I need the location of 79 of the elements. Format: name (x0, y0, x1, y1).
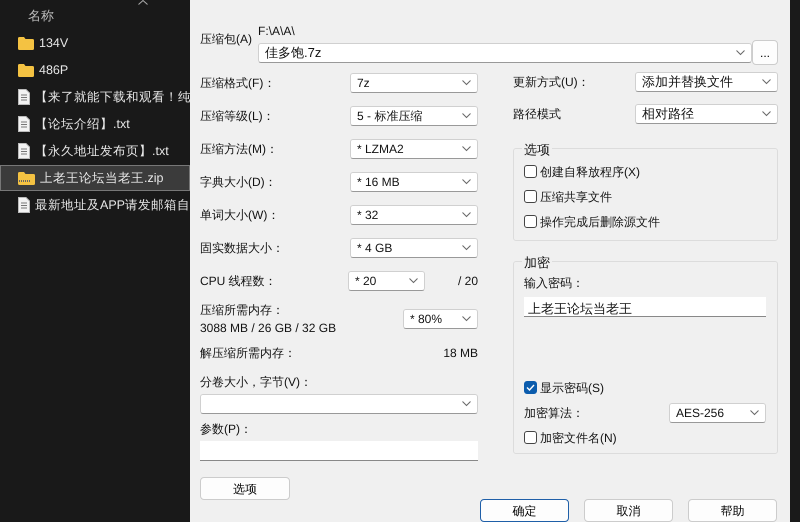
path-text: F:\A\A\ (258, 23, 296, 40)
dialog-button[interactable]: 取消 (584, 499, 673, 522)
file-item[interactable]: 最新地址及APP请发邮箱自 (0, 192, 190, 218)
field-label: 更新方式(U)： (513, 74, 590, 91)
checkbox-label: 加密文件名(N) (540, 430, 617, 446)
field-label: CPU 线程数： (200, 272, 277, 290)
field-label: 字典大小(D)： (200, 174, 277, 190)
dropdown[interactable]: 相对路径 (635, 104, 778, 124)
checkbox[interactable] (524, 215, 537, 228)
chevron-down-icon (462, 178, 471, 184)
field-label: 解压缩所需内存： (200, 345, 296, 362)
field-label: 单词大小(W)： (200, 206, 280, 224)
checkbox[interactable] (524, 381, 537, 394)
chevron-down-icon (462, 401, 471, 407)
chevron-down-icon (736, 50, 745, 56)
parameters-field[interactable] (200, 441, 478, 461)
field-label: 输入密码： (524, 275, 585, 292)
dropdown[interactable]: 添加并替换文件 (635, 72, 778, 92)
field-label: 压缩等级(L)： (200, 108, 275, 124)
memory-value: 3088 MB / 26 GB / 32 GB (200, 320, 336, 337)
thread-total: / 20 (458, 272, 478, 290)
dropdown[interactable]: * 4 GB (350, 238, 478, 258)
document-icon (18, 143, 30, 159)
sort-caret-icon[interactable] (138, 0, 148, 5)
dropdown[interactable]: * 20 (348, 270, 425, 290)
chevron-down-icon (750, 410, 759, 416)
chevron-down-icon (462, 316, 471, 322)
dropdown[interactable]: 7z (350, 72, 478, 92)
field-label: 路径模式 (513, 106, 561, 123)
file-item[interactable]: 【论坛介绍】.txt (0, 111, 190, 137)
folder-icon (18, 64, 34, 76)
field-label: 压缩所需内存： (200, 302, 285, 319)
checkbox[interactable] (524, 165, 537, 178)
password-field[interactable]: 上老王论坛当老王 (524, 297, 766, 317)
memory-value: 18 MB (443, 345, 478, 362)
checkbox[interactable] (524, 431, 537, 444)
document-icon (18, 116, 30, 132)
checkbox-label: 操作完成后删除源文件 (540, 214, 660, 230)
chevron-down-icon (462, 146, 471, 152)
field-label: 压缩格式(F)： (200, 74, 276, 92)
chevron-down-icon (462, 212, 471, 218)
browse-button[interactable]: ... (752, 40, 778, 65)
field-label: 固实数据大小： (200, 240, 284, 256)
field-label: 参数(P)： (200, 421, 253, 438)
file-item[interactable]: 134V (0, 30, 190, 56)
chevron-down-icon (762, 79, 771, 85)
document-icon (18, 89, 30, 105)
volume-combo[interactable] (200, 394, 478, 414)
checkbox[interactable] (524, 190, 537, 203)
file-item[interactable]: 【永久地址发布页】.txt (0, 138, 190, 164)
folder-icon (18, 36, 34, 50)
options-button[interactable]: 选项 (200, 477, 290, 500)
field-label: 压缩包(A) (200, 31, 253, 48)
checkbox-label: 压缩共享文件 (540, 188, 612, 206)
field-label: 加密算法： (524, 404, 584, 422)
dropdown[interactable]: * 16 MB (350, 172, 478, 192)
zip-folder-icon (18, 172, 35, 184)
document-icon (18, 197, 30, 213)
field-label: 分卷大小，字节(V)： (200, 374, 313, 391)
field-label: 压缩方法(M)： (200, 140, 278, 158)
file-item[interactable]: 【来了就能下载和观看！纯 (0, 84, 190, 110)
dropdown[interactable]: * 32 (350, 204, 478, 224)
dropdown[interactable]: * LZMA2 (350, 138, 478, 158)
chevron-down-icon (762, 111, 771, 117)
chevron-down-icon (462, 244, 471, 250)
dialog-button[interactable]: 确定 (480, 499, 569, 522)
chevron-down-icon (408, 278, 418, 284)
dropdown[interactable]: 5 - 标准压缩 (350, 106, 478, 126)
dropdown[interactable]: * 80% (403, 309, 478, 329)
file-item[interactable]: 486P (0, 57, 190, 83)
dropdown[interactable]: AES-256 (669, 402, 766, 422)
checkbox-label: 创建自释放程序(X) (540, 164, 640, 180)
chevron-down-icon (462, 112, 471, 118)
column-header[interactable]: 名称 (28, 8, 54, 23)
chevron-down-icon (462, 80, 471, 86)
checkbox-label: 显示密码(S) (540, 380, 604, 396)
dialog-button[interactable]: 帮助 (688, 499, 777, 522)
file-item[interactable]: 上老王论坛当老王.zip (0, 165, 190, 191)
archive-combo[interactable]: 佳多饱.7z (258, 42, 752, 62)
